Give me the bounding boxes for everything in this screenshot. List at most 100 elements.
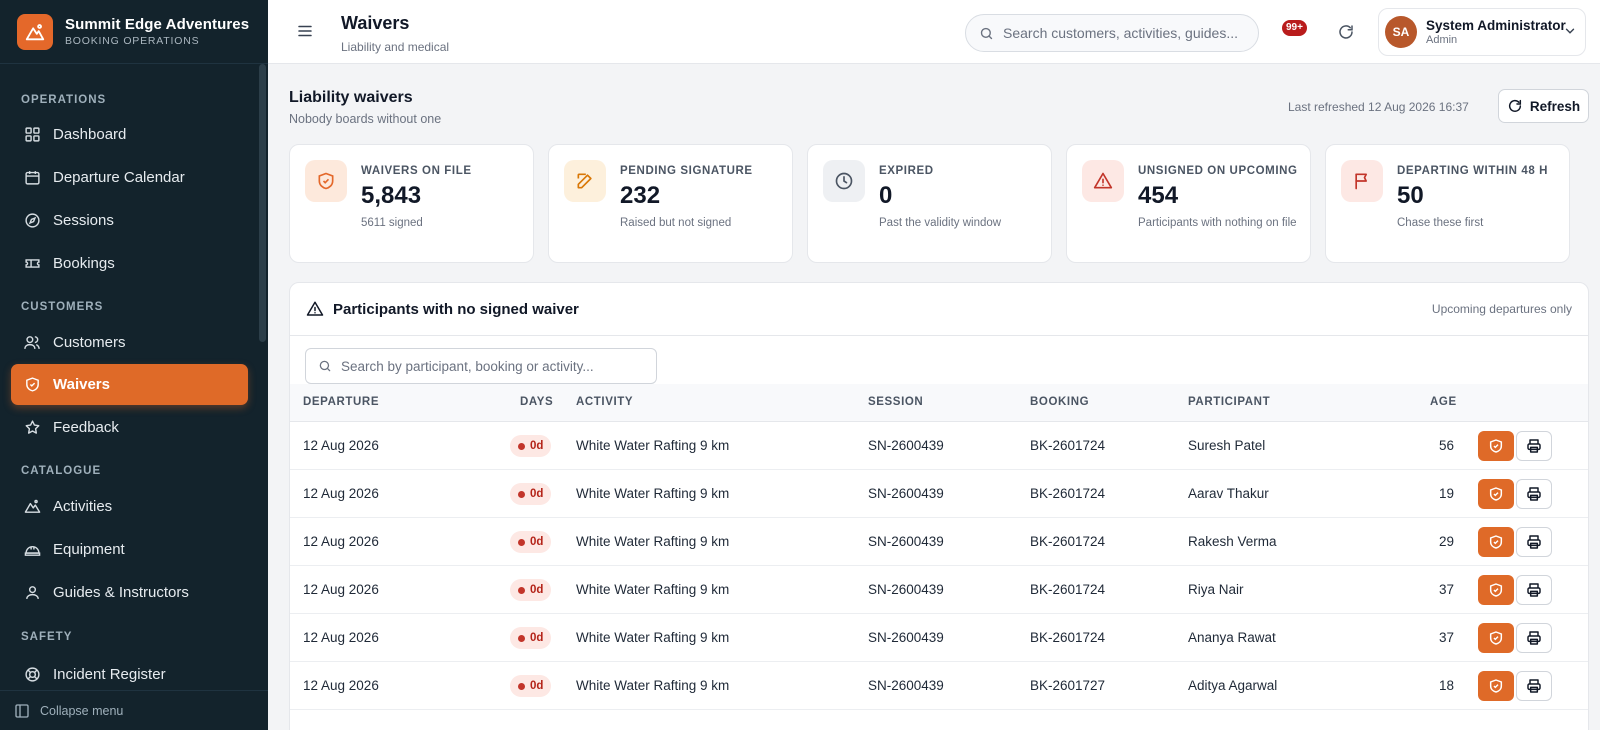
age-cell: 37 [1438, 630, 1454, 645]
status-dot [518, 682, 525, 690]
days-badge: 0d [510, 435, 552, 457]
nav-section-customers: CUSTOMERS [21, 301, 104, 313]
column-header-session[interactable]: SESSION [868, 396, 923, 408]
column-header-activity[interactable]: ACTIVITY [576, 396, 633, 408]
section-title: Liability waivers [289, 89, 413, 106]
table-row[interactable]: 12 Aug 2026 0d White Water Rafting 9 km SN-… [290, 422, 1588, 470]
refresh-icon[interactable] [1335, 21, 1357, 43]
status-dot [518, 442, 525, 450]
printer-icon [1526, 486, 1542, 502]
sign-waiver-button[interactable] [1478, 479, 1514, 509]
activity-cell: White Water Rafting 9 km [576, 582, 730, 597]
table-row[interactable]: 12 Aug 2026 0d White Water Rafting 9 km SN-… [290, 662, 1588, 710]
panel-header: Participants with no signed waiver Upcom… [290, 283, 1588, 336]
user-menu[interactable]: SA System Administrator Admin [1378, 8, 1586, 56]
refresh-icon [1507, 98, 1523, 114]
mountain-icon [23, 498, 41, 516]
avatar: SA [1385, 16, 1417, 48]
table-search-input[interactable] [341, 358, 641, 374]
edit-icon [564, 160, 606, 202]
table-row[interactable]: 12 Aug 2026 0d White Water Rafting 9 km SN-… [290, 518, 1588, 566]
activity-cell: White Water Rafting 9 km [576, 630, 730, 645]
column-header-departure[interactable]: DEPARTURE [303, 396, 379, 408]
days-badge: 0d [510, 627, 552, 649]
sidebar-item-departure-calendar[interactable]: Departure Calendar [11, 157, 248, 198]
stat-label: UNSIGNED ON UPCOMING [1138, 165, 1298, 177]
sidebar-item-label: Waivers [53, 376, 110, 393]
users-icon [23, 334, 41, 352]
sidebar-item-guides-instructors[interactable]: Guides & Instructors [11, 572, 248, 613]
shield-icon [23, 376, 41, 394]
brand-logo-icon [17, 13, 53, 50]
sidebar-item-customers[interactable]: Customers [11, 322, 248, 363]
search-icon [979, 26, 994, 41]
sidebar-item-activities[interactable]: Activities [11, 486, 248, 527]
sign-waiver-button[interactable] [1478, 623, 1514, 653]
stat-note: Past the validity window [879, 217, 1002, 229]
nav-section-catalogue: CATALOGUE [21, 465, 102, 477]
chevron-down-icon [1563, 24, 1577, 38]
sidebar-item-dashboard[interactable]: Dashboard [11, 114, 248, 155]
user-name: System Administrator [1426, 18, 1566, 33]
print-waiver-button[interactable] [1516, 623, 1552, 653]
sidebar-scrollbar[interactable] [259, 64, 266, 342]
print-waiver-button[interactable] [1516, 575, 1552, 605]
user-role: Admin [1426, 34, 1458, 46]
sidebar-item-sessions[interactable]: Sessions [11, 200, 248, 241]
sidebar-item-feedback[interactable]: Feedback [11, 407, 248, 448]
activity-cell: White Water Rafting 9 km [576, 678, 730, 693]
sidebar-item-waivers[interactable]: Waivers [11, 364, 248, 405]
sidebar-item-label: Feedback [53, 419, 119, 436]
page-title: Waivers [341, 13, 410, 33]
calendar-icon [23, 169, 41, 187]
sidebar-item-incident-register[interactable]: Incident Register [11, 654, 248, 690]
age-cell: 29 [1438, 534, 1454, 549]
print-waiver-button[interactable] [1516, 527, 1552, 557]
table-row[interactable]: 12 Aug 2026 0d White Water Rafting 9 km SN-… [290, 614, 1588, 662]
collapse-menu-button[interactable]: Collapse menu [0, 690, 268, 730]
sidebar-item-bookings[interactable]: Bookings [11, 243, 248, 284]
brand[interactable]: Summit Edge Adventures BOOKING OPERATION… [0, 0, 268, 64]
printer-icon [1526, 534, 1542, 550]
brand-subtitle: BOOKING OPERATIONS [65, 35, 200, 47]
column-header-booking[interactable]: BOOKING [1030, 396, 1089, 408]
print-waiver-button[interactable] [1516, 479, 1552, 509]
sign-waiver-button[interactable] [1478, 671, 1514, 701]
sign-waiver-button[interactable] [1478, 431, 1514, 461]
sidebar-item-label: Bookings [53, 255, 115, 272]
column-header-days[interactable]: DAYS [520, 396, 553, 408]
sign-waiver-button[interactable] [1478, 527, 1514, 557]
table-row[interactable]: 12 Aug 2026 0d White Water Rafting 9 km SN-… [290, 566, 1588, 614]
print-waiver-button[interactable] [1516, 431, 1552, 461]
notifications-button[interactable]: 99+ [1282, 20, 1310, 42]
shield-check-icon [305, 160, 347, 202]
participant-cell: Riya Nair [1188, 582, 1244, 597]
helmet-icon [23, 541, 41, 559]
global-search-input[interactable] [1003, 25, 1243, 41]
stat-card-waivers-on-file: WAIVERS ON FILE 5,843 5611 signed [289, 144, 534, 263]
days-value: 0d [530, 584, 544, 596]
table-search[interactable] [305, 348, 657, 384]
refresh-button[interactable]: Refresh [1498, 89, 1589, 123]
participant-cell: Aarav Thakur [1188, 486, 1269, 501]
table-header: DEPARTURE DAYS ACTIVITY SESSION BOOKING … [290, 384, 1588, 422]
lifebuoy-icon [23, 666, 41, 684]
stat-note: 5611 signed [361, 217, 423, 229]
column-header-participant[interactable]: PARTICIPANT [1188, 396, 1270, 408]
ticket-icon [23, 255, 41, 273]
compass-icon [23, 212, 41, 230]
column-header-age[interactable]: AGE [1430, 396, 1457, 408]
table-row[interactable]: 12 Aug 2026 0d White Water Rafting 9 km SN-… [290, 470, 1588, 518]
warning-icon [1082, 160, 1124, 202]
printer-icon [1526, 582, 1542, 598]
stat-note: Chase these first [1397, 217, 1484, 229]
global-search[interactable] [965, 14, 1259, 52]
shield-icon [1488, 438, 1504, 454]
booking-cell: BK-2601724 [1030, 534, 1106, 549]
sidebar-item-equipment[interactable]: Equipment [11, 529, 248, 570]
hamburger-menu-icon[interactable] [294, 20, 316, 42]
days-badge: 0d [510, 483, 552, 505]
sign-waiver-button[interactable] [1478, 575, 1514, 605]
refresh-button-label: Refresh [1529, 98, 1581, 114]
print-waiver-button[interactable] [1516, 671, 1552, 701]
